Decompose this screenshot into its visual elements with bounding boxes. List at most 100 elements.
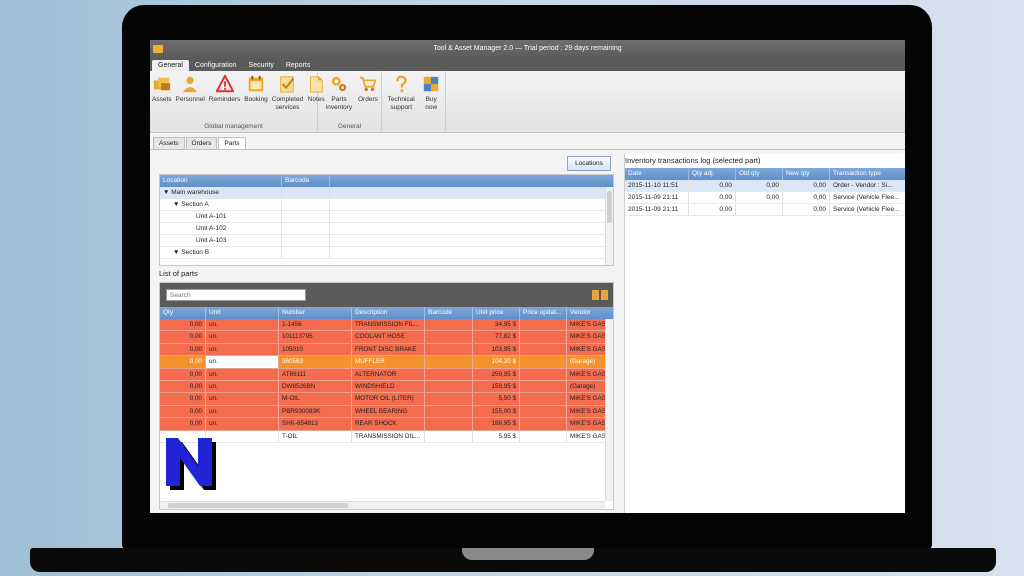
column-header-location[interactable]: Location	[160, 175, 282, 187]
tab-configuration[interactable]: Configuration	[189, 60, 243, 71]
tree-node[interactable]: Unit A-102	[160, 223, 613, 235]
subtab-assets[interactable]: Assets	[153, 137, 185, 149]
parts-vertical-scrollbar[interactable]	[605, 319, 613, 501]
warning-icon	[215, 75, 234, 93]
table-row[interactable]: 0,00 un. 360563 MUFFLER 104,20 $ (Garage)	[160, 356, 613, 369]
cell-unit: un.	[206, 380, 279, 393]
cell-new: 0,00	[783, 204, 830, 215]
cell-barcode	[425, 356, 473, 368]
cell-barcode	[425, 430, 473, 442]
cell-price: 77,82 $	[473, 331, 520, 343]
tab-security[interactable]: Security	[243, 60, 280, 71]
reminders-button[interactable]: Reminders	[207, 75, 242, 112]
cell-price: 5,95 $	[473, 430, 520, 442]
cell-upd	[520, 343, 567, 356]
cell-barcode	[425, 393, 473, 405]
booking-icon	[248, 75, 264, 92]
column-header-description[interactable]: Description	[352, 307, 425, 319]
tree-node[interactable]: Unit A-101	[160, 211, 613, 223]
parts-list-label: List of parts	[159, 269, 198, 278]
cell-price: 159,95 $	[473, 380, 520, 393]
location-tree: Location Barcode ▼ Main warehouse ▼ Sect…	[159, 174, 614, 266]
cell-qty: 0,00	[160, 405, 206, 418]
tree-node[interactable]: ▼ Main warehouse	[160, 187, 613, 199]
tree-node[interactable]: Unit A-103	[160, 235, 613, 247]
cart-icon	[359, 76, 377, 92]
tab-general[interactable]: General	[152, 60, 189, 71]
columns-icon[interactable]	[592, 290, 608, 300]
table-row[interactable]: 0,00 un. 1-1456 TRANSMISSION FIL... 34,95 $ M…	[160, 319, 613, 332]
column-header-barcode[interactable]: Barcode	[282, 175, 330, 187]
table-row[interactable]: T-OIL TRANSMISSION OIL... 5,95 $ MIKE'S GAS	[160, 430, 613, 443]
ribbon-group-general: Parts inventory Orders General	[318, 71, 382, 132]
cell-desc: WHEEL BEARING	[352, 405, 425, 418]
column-header-new-qty[interactable]: New qty	[783, 168, 830, 180]
assets-button[interactable]: Assets	[150, 75, 174, 112]
column-header-unit-price[interactable]: Unit price	[473, 307, 520, 319]
brand-logo-icon	[166, 438, 216, 490]
cell-number: DW8526BN	[279, 380, 352, 393]
column-header-price-updated[interactable]: Price updat...	[520, 307, 567, 319]
buy-icon	[423, 76, 439, 92]
cell-desc: FRONT DISC BRAKE	[352, 343, 425, 356]
tree-node[interactable]: ▼ Section A	[160, 199, 613, 211]
cell-upd	[520, 356, 567, 368]
personnel-button[interactable]: Personnel	[174, 75, 207, 112]
tree-scrollbar[interactable]	[605, 187, 613, 265]
booking-button[interactable]: Booking	[242, 75, 270, 112]
column-header-vendor[interactable]: Vendor	[567, 307, 613, 319]
column-header-qty[interactable]: Qty	[160, 307, 206, 319]
cell-barcode	[425, 319, 473, 331]
parts-inventory-button[interactable]: Parts inventory	[322, 75, 356, 112]
parts-table: Qty Unit Number Description Barcode Unit…	[159, 282, 614, 510]
table-row[interactable]: 2015-11-10 11:51 0,00 0,00 0,00 Order - Vend…	[625, 180, 905, 192]
cell-adj: 0,00	[689, 180, 736, 191]
cell-desc: MUFFLER	[352, 356, 425, 368]
cell-unit: un.	[206, 343, 279, 356]
cell-number: AT86111	[279, 368, 352, 380]
tab-reports[interactable]: Reports	[280, 60, 317, 71]
buy-now-button[interactable]: Buy now	[417, 75, 445, 112]
technical-support-button[interactable]: Technical support	[385, 75, 417, 112]
checklist-icon	[280, 76, 295, 93]
cell-desc: TRANSMISSION FIL...	[352, 319, 425, 331]
column-header-date[interactable]: Date	[625, 168, 689, 180]
cell-date: 2015-11-09 21:11	[625, 192, 689, 203]
cell-desc: MOTOR OIL (LITER)	[352, 393, 425, 405]
cell-number: SHK-654813	[279, 418, 352, 430]
table-row[interactable]: 0,00 un. 105010 FRONT DISC BRAKE 103,95 $ MIK…	[160, 343, 613, 357]
locations-button[interactable]: Locations	[567, 156, 611, 171]
transactions-panel: Inventory transactions log (selected par…	[624, 154, 905, 513]
subtab-parts[interactable]: Parts	[218, 137, 246, 149]
parts-search-bar	[160, 283, 613, 307]
cell-desc: REAR SHOCK	[352, 418, 425, 430]
orders-button[interactable]: Orders	[356, 75, 380, 112]
column-header-barcode[interactable]: Barcode	[425, 307, 473, 319]
search-input[interactable]	[166, 289, 306, 301]
table-row[interactable]: 0,00 un. 101113795 COOLANT HOSE 77,82 $ MIKE'…	[160, 331, 613, 344]
cell-number: 1-1456	[279, 319, 352, 331]
table-row[interactable]: 0,00 un. M-OIL MOTOR OIL (LITER) 5,50 $ MIKE'…	[160, 393, 613, 406]
cell-adj: 0,00	[689, 192, 736, 203]
table-row[interactable]: 2015-11-09 21:11 0,00 0,00 0,00 Service (Veh…	[625, 192, 905, 204]
window-title: Tool & Asset Manager 2.0 — Trial period …	[433, 45, 622, 52]
column-header-number[interactable]: Number	[279, 307, 352, 319]
table-row[interactable]: 0,00 un. AT86111 ALTERNATOR 259,95 $ MIKE'S G…	[160, 368, 613, 381]
completed-services-button[interactable]: Completed services	[270, 75, 305, 112]
table-row[interactable]: 2015-11-09 21:11 0,00 0,00 Service (Vehicle…	[625, 204, 905, 216]
tree-node[interactable]: ▼ Section B	[160, 247, 613, 259]
column-header-qty-adj[interactable]: Qty adj.	[689, 168, 736, 180]
column-header-old-qty[interactable]: Old qty	[736, 168, 783, 180]
column-header-transaction-type[interactable]: Transaction type	[830, 168, 905, 180]
transactions-table: Date Qty adj. Old qty New qty Transactio…	[625, 168, 905, 216]
cell-barcode	[425, 405, 473, 418]
table-row[interactable]: 0,00 un. DW8526BN WINDSHIELD 159,95 $ (Garage…	[160, 380, 613, 394]
subtab-orders[interactable]: Orders	[185, 137, 218, 149]
laptop-notch	[462, 548, 594, 560]
cell-desc: COOLANT HOSE	[352, 331, 425, 343]
table-row[interactable]: 0,00 un. SHK-654813 REAR SHOCK 188,95 $ MIKE'…	[160, 418, 613, 431]
table-row[interactable]: 0,00 un. PBR930083K WHEEL BEARING 155,00 $ MI…	[160, 405, 613, 419]
parts-horizontal-scrollbar[interactable]	[160, 501, 605, 509]
gears-icon	[331, 76, 347, 92]
column-header-unit[interactable]: Unit	[206, 307, 279, 319]
